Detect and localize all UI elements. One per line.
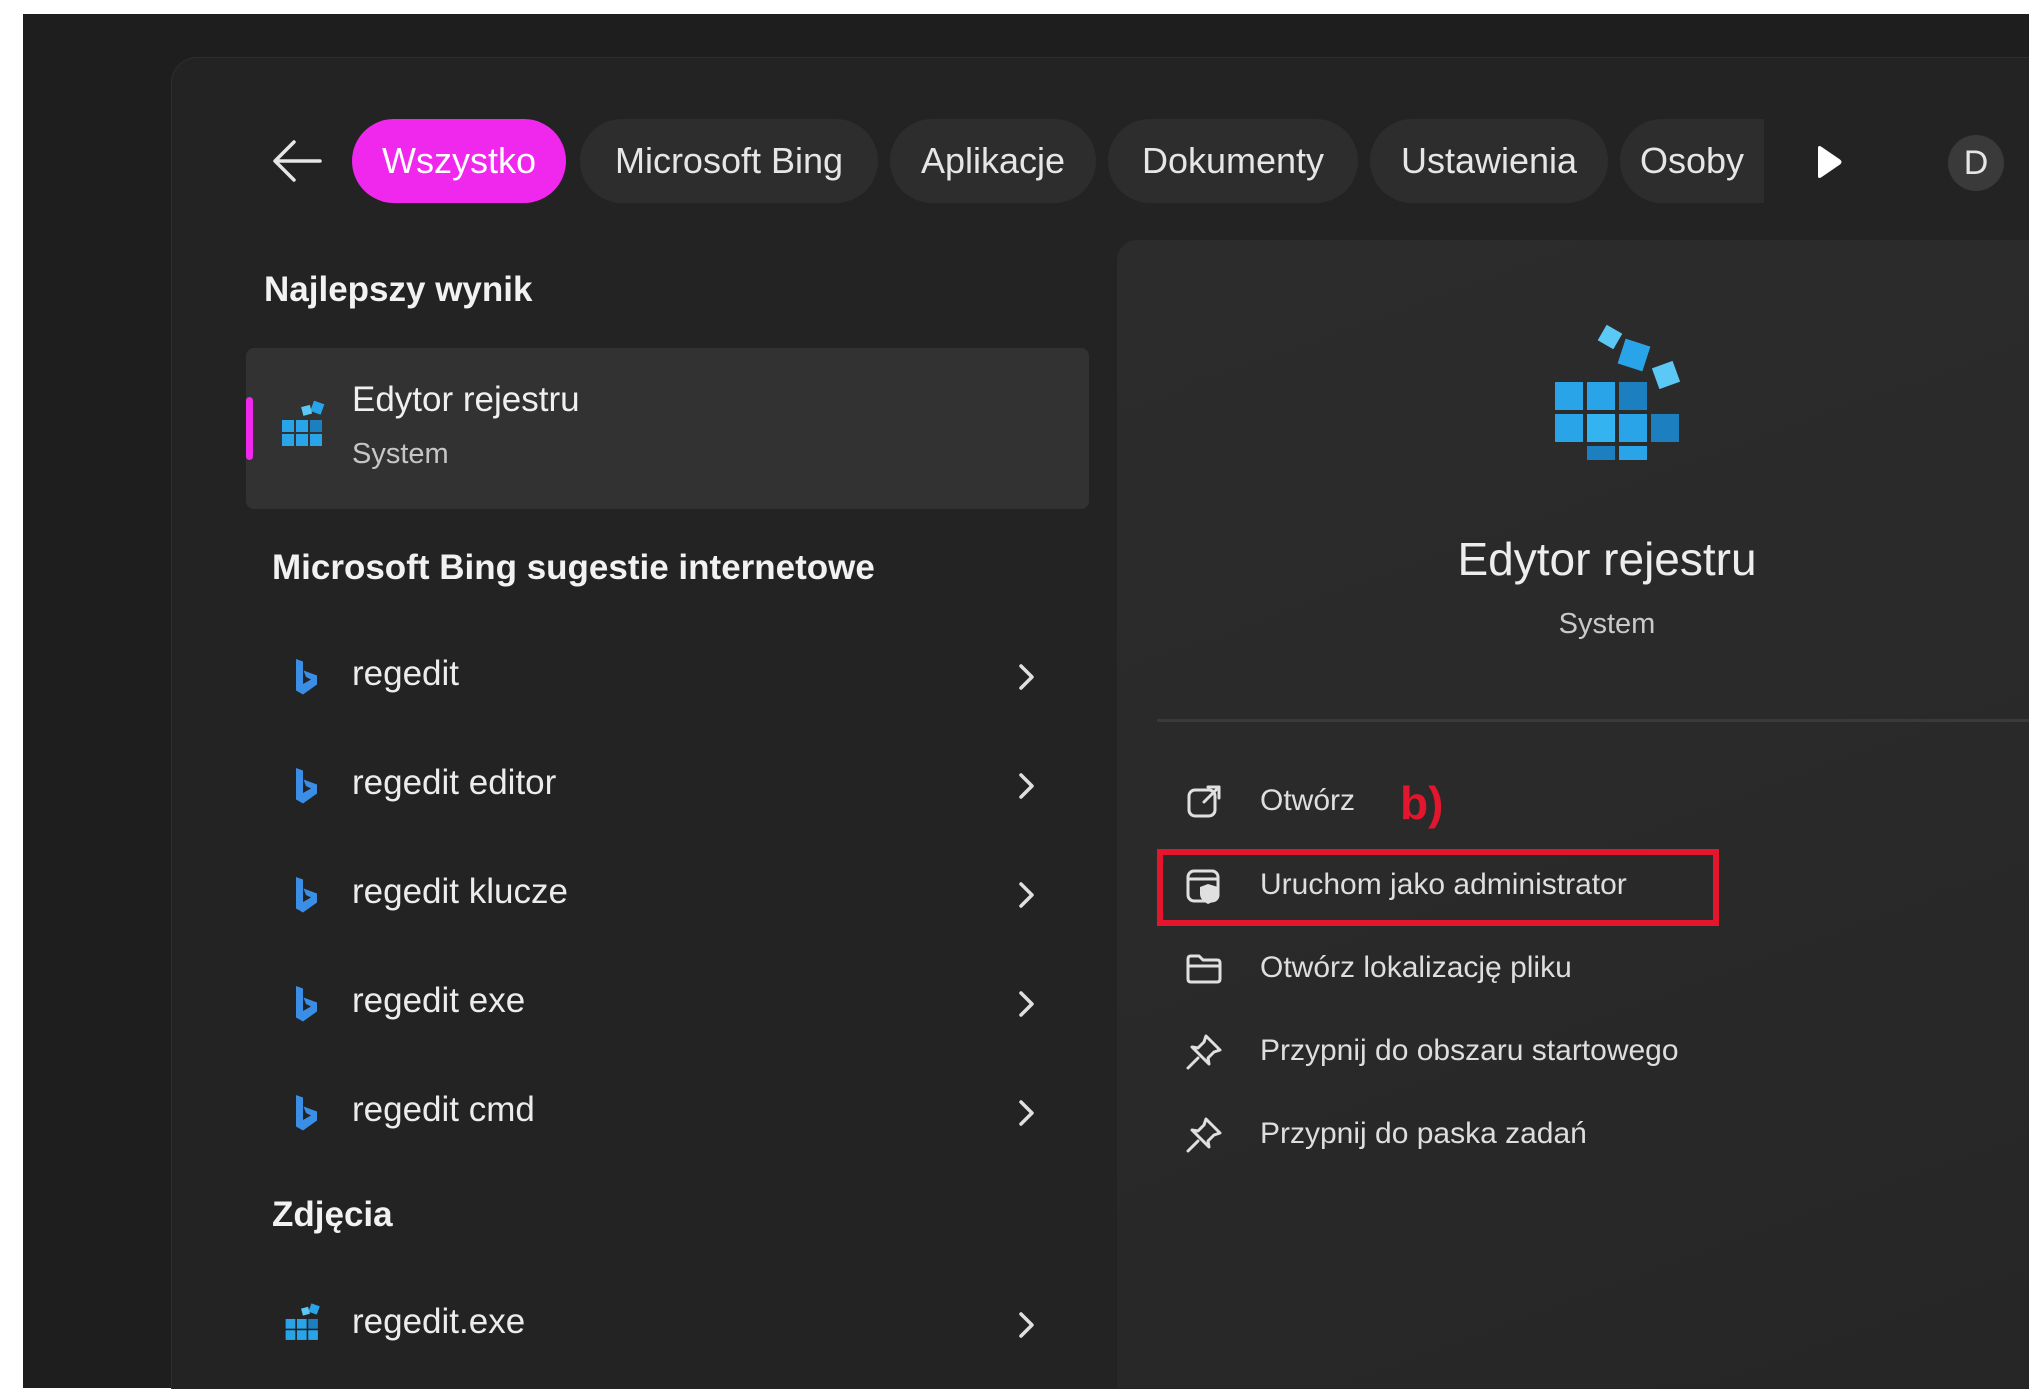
action-pin-to-taskbar[interactable]: Przypnij do paska zadań bbox=[1170, 1099, 1970, 1169]
more-tabs-icon[interactable] bbox=[1814, 144, 1844, 180]
chevron-right-icon bbox=[1019, 664, 1034, 690]
tab-osoby[interactable]: Osoby bbox=[1620, 119, 1764, 203]
annotation-label: b) bbox=[1400, 777, 1444, 829]
action-pin-to-start[interactable]: Przypnij do obszaru startowego bbox=[1170, 1016, 1970, 1086]
bing-logo-icon bbox=[296, 986, 317, 1022]
best-match-subtitle: System bbox=[352, 438, 449, 470]
tab-ustawienia[interactable]: Ustawienia bbox=[1370, 119, 1608, 203]
back-arrow-icon[interactable] bbox=[272, 138, 322, 184]
chevron-right-icon bbox=[1019, 773, 1034, 799]
registry-editor-large-icon bbox=[1555, 324, 1681, 460]
registry-editor-icon bbox=[285, 1303, 320, 1340]
open-external-icon bbox=[1187, 785, 1221, 818]
suggestion-label: regedit cmd bbox=[352, 1090, 535, 1129]
action-open-file-location-label: Otwórz lokalizację pliku bbox=[1260, 951, 1572, 984]
bing-suggestion-row[interactable]: regedit bbox=[246, 624, 1089, 724]
chevron-right-icon bbox=[1019, 1312, 1034, 1338]
bing-suggestion-row[interactable]: regedit editor bbox=[246, 733, 1089, 833]
user-avatar[interactable]: D bbox=[1948, 135, 2004, 191]
detail-title: Edytor rejestru bbox=[1457, 533, 1757, 585]
selection-indicator bbox=[246, 397, 253, 460]
best-match-heading: Najlepszy wynik bbox=[264, 270, 533, 309]
bing-suggestion-row[interactable]: regedit klucze bbox=[246, 842, 1089, 942]
action-pin-to-taskbar-label: Przypnij do paska zadań bbox=[1260, 1117, 1587, 1150]
tab-dokumenty[interactable]: Dokumenty bbox=[1108, 119, 1358, 203]
chevron-right-icon bbox=[1019, 882, 1034, 908]
registry-editor-icon bbox=[282, 400, 325, 446]
suggestion-label: regedit exe bbox=[352, 981, 526, 1020]
detail-divider bbox=[1157, 719, 2029, 722]
folder-icon bbox=[1186, 954, 1222, 984]
best-match-title: Edytor rejestru bbox=[352, 380, 580, 419]
photo-result-label: regedit.exe bbox=[352, 1302, 526, 1341]
action-pin-to-start-label: Przypnij do obszaru startowego bbox=[1260, 1034, 1679, 1067]
action-open-file-location[interactable]: Otwórz lokalizację pliku bbox=[1170, 933, 1970, 1003]
pin-icon bbox=[1186, 1117, 1222, 1153]
bing-logo-icon bbox=[296, 768, 317, 804]
highlight-box bbox=[1157, 849, 1719, 926]
bing-suggestion-row[interactable]: regedit exe bbox=[246, 951, 1089, 1051]
best-match-item[interactable] bbox=[246, 348, 1089, 509]
bing-suggestion-row[interactable]: regedit cmd bbox=[246, 1060, 1089, 1160]
detail-subtitle: System bbox=[1558, 608, 1656, 640]
action-open[interactable]: Otwórz bbox=[1170, 766, 1970, 836]
tab-wszystko[interactable]: Wszystko bbox=[352, 119, 566, 203]
tab-microsoft-bing[interactable]: Microsoft Bing bbox=[580, 119, 878, 203]
suggestion-label: regedit klucze bbox=[352, 872, 568, 911]
action-open-label: Otwórz bbox=[1260, 784, 1356, 817]
photo-result-row[interactable]: regedit.exe bbox=[246, 1272, 1089, 1372]
bing-logo-icon bbox=[296, 659, 317, 695]
bing-logo-icon bbox=[296, 877, 317, 913]
bing-suggestions-heading: Microsoft Bing sugestie internetowe bbox=[272, 548, 875, 587]
suggestion-label: regedit bbox=[352, 654, 460, 693]
pin-icon bbox=[1186, 1034, 1222, 1070]
tab-aplikacje[interactable]: Aplikacje bbox=[890, 119, 1096, 203]
chevron-right-icon bbox=[1019, 991, 1034, 1017]
suggestion-label: regedit editor bbox=[352, 763, 557, 802]
bing-logo-icon bbox=[296, 1095, 317, 1131]
chevron-right-icon bbox=[1019, 1100, 1034, 1126]
photos-heading: Zdjęcia bbox=[272, 1195, 393, 1234]
